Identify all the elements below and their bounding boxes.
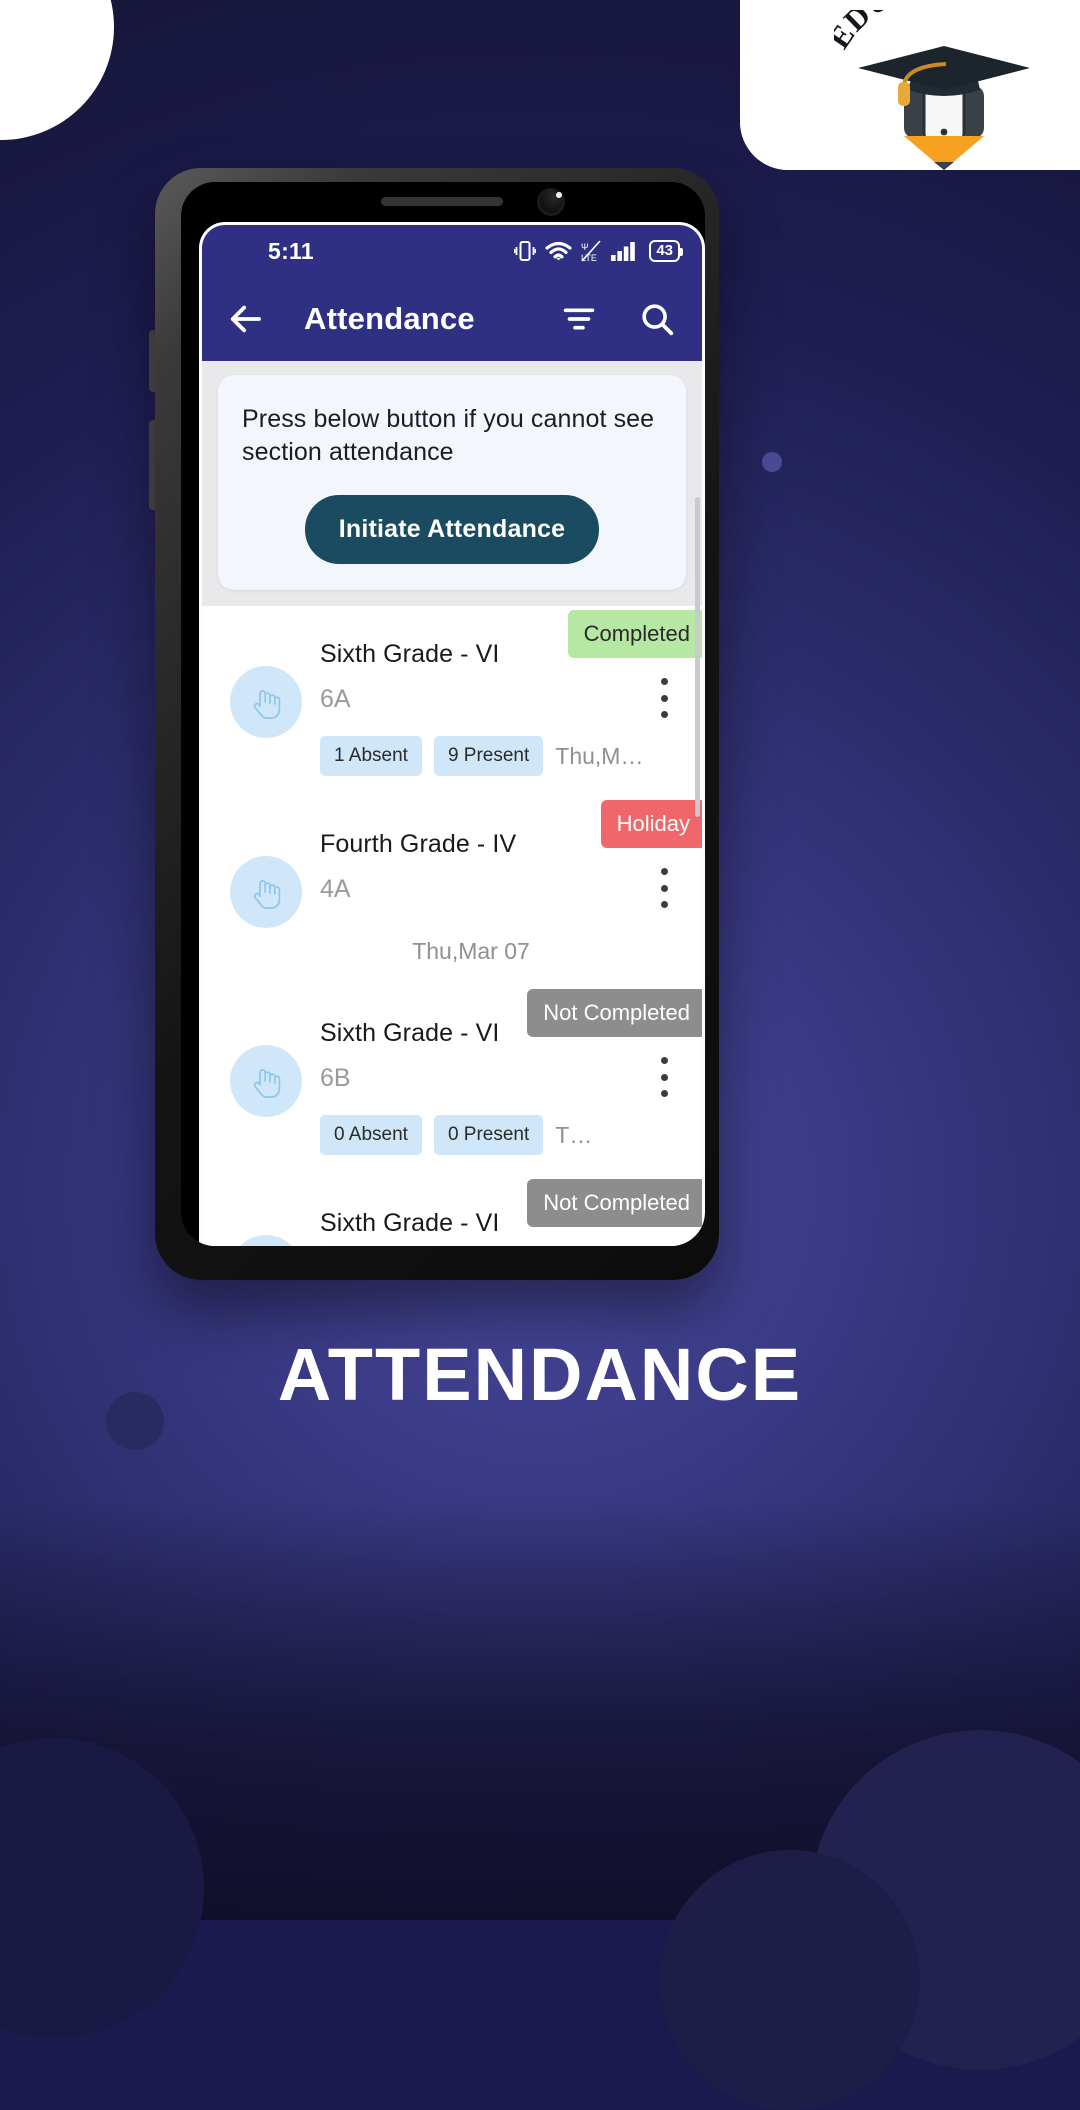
row-section-label: 6B bbox=[320, 1064, 351, 1092]
list-scrollbar[interactable] bbox=[695, 497, 700, 817]
avatar bbox=[230, 666, 302, 738]
status-badge: Not Completed bbox=[527, 989, 702, 1037]
absent-count-chip: 0 Absent bbox=[320, 1115, 422, 1155]
table-row[interactable]: Sixth Grade - VI6C0 Absent0 PresentT…Not… bbox=[202, 1175, 702, 1246]
decorative-dot-right bbox=[762, 452, 782, 472]
tap-hand-icon bbox=[253, 690, 281, 719]
info-card: Press below button if you cannot see sec… bbox=[218, 375, 686, 590]
cellular-signal-icon bbox=[611, 242, 636, 261]
no-sim-icon: Ψ LTE bbox=[581, 240, 601, 263]
row-section-label: 4A bbox=[320, 875, 351, 903]
svg-text:Ψ: Ψ bbox=[581, 242, 589, 252]
row-date: Thu,Mar 07 bbox=[412, 938, 530, 964]
app-bar: Attendance bbox=[202, 277, 702, 361]
phone-mockup: 5:11 Ψ LTE 43 Attendance Press below but… bbox=[149, 168, 719, 1280]
info-card-message: Press below button if you cannot see sec… bbox=[242, 405, 655, 466]
absent-count-chip: 1 Absent bbox=[320, 736, 422, 776]
tap-hand-icon bbox=[253, 880, 281, 909]
status-badge: Holiday bbox=[600, 800, 702, 848]
wifi-icon bbox=[545, 241, 572, 261]
table-row[interactable]: Fourth Grade - IV 4A Thu,Mar 07 Holiday bbox=[202, 796, 702, 985]
arrow-left-icon[interactable] bbox=[224, 298, 266, 340]
tap-hand-icon bbox=[253, 1069, 281, 1098]
present-count-chip: 0 Present bbox=[433, 1115, 544, 1155]
row-chip-group: 0 Absent 0 Present T… bbox=[320, 1115, 622, 1155]
present-count-chip: 9 Present bbox=[433, 736, 544, 776]
initiate-attendance-button[interactable]: Initiate Attendance bbox=[304, 495, 600, 564]
more-vertical-icon[interactable] bbox=[660, 1057, 668, 1097]
avatar bbox=[230, 1235, 302, 1246]
row-date: T… bbox=[555, 1121, 593, 1148]
table-row[interactable]: Sixth Grade - VI 6A 1 Absent 9 Present Thu,M… bbox=[202, 606, 702, 796]
vibrate-icon bbox=[514, 241, 537, 261]
status-badge: Not Completed bbox=[527, 1179, 702, 1227]
page-title: Attendance bbox=[304, 301, 475, 336]
avatar bbox=[230, 1045, 302, 1117]
status-time: 5:11 bbox=[268, 237, 314, 264]
more-vertical-icon[interactable] bbox=[660, 678, 668, 718]
filter-icon[interactable] bbox=[560, 300, 598, 338]
status-bar: 5:11 Ψ LTE 43 bbox=[202, 225, 702, 277]
battery-status-badge: 43 bbox=[649, 239, 683, 263]
info-card-region: Press below button if you cannot see sec… bbox=[202, 361, 702, 606]
brand-logo-badge: EDU DEN bbox=[740, 0, 1080, 170]
decorative-blob-bottom-right-2 bbox=[660, 1850, 920, 2110]
phone-front-camera bbox=[537, 188, 565, 216]
promo-caption: ATTENDANCE bbox=[277, 1333, 803, 1416]
row-chip-group: 1 Absent 9 Present Thu,M… bbox=[320, 736, 643, 776]
row-grade-title: Fourth Grade - IV bbox=[320, 830, 517, 858]
status-badge: Completed bbox=[567, 610, 702, 658]
row-date: Thu,M… bbox=[555, 742, 644, 769]
more-vertical-icon[interactable] bbox=[660, 868, 668, 908]
app-viewport: 5:11 Ψ LTE 43 Attendance Press below but… bbox=[199, 222, 705, 1246]
search-icon[interactable] bbox=[638, 300, 676, 338]
table-row[interactable]: Sixth Grade - VI 6B 0 Absent 0 Present T… Not… bbox=[202, 985, 702, 1175]
attendance-list: Sixth Grade - VI 6A 1 Absent 9 Present Thu,M… bbox=[202, 606, 702, 1246]
avatar bbox=[230, 856, 302, 928]
graduation-cap-phone-pencil-icon bbox=[858, 46, 1030, 170]
row-section-label: 6A bbox=[320, 685, 351, 713]
phone-speaker-grille bbox=[381, 197, 503, 206]
